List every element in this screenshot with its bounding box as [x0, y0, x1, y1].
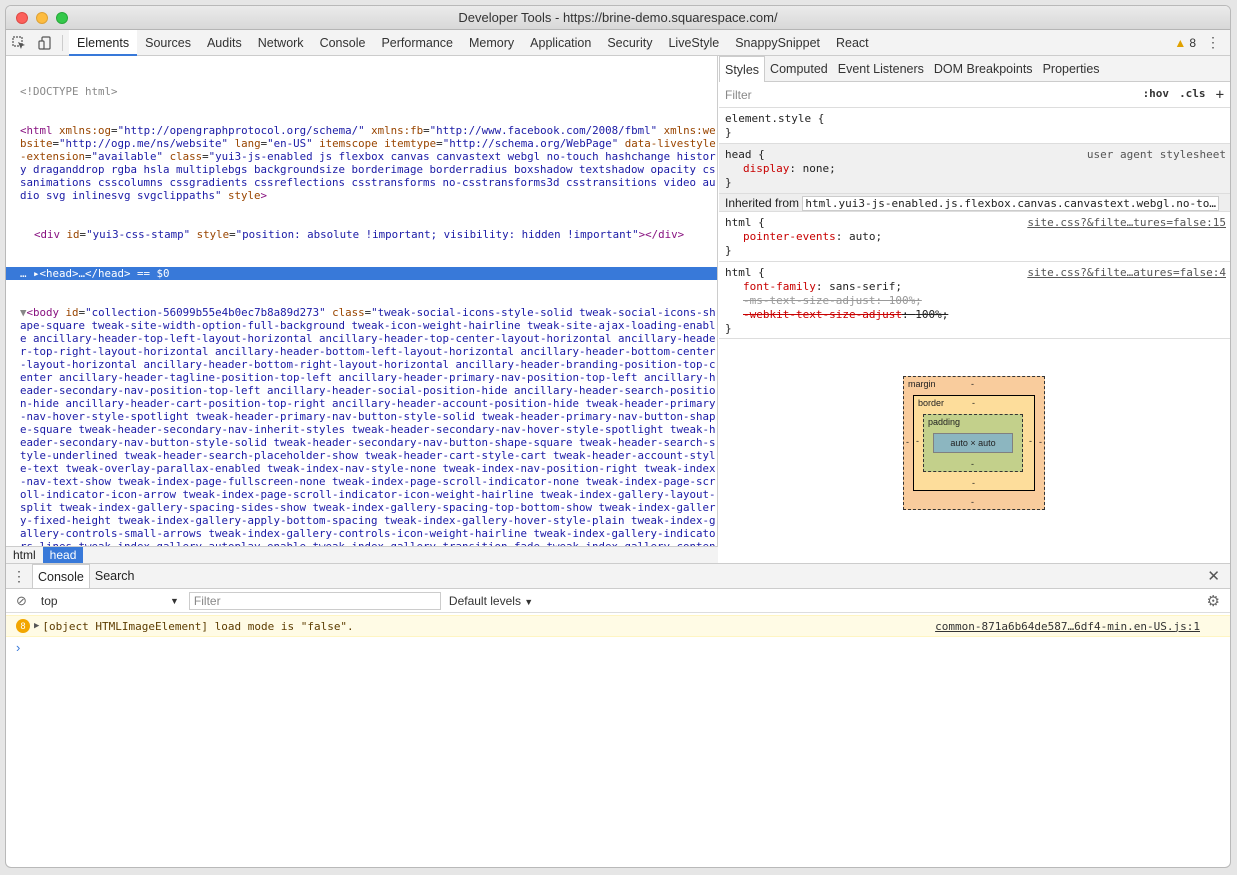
repeat-count-badge: 8 — [16, 619, 30, 633]
tab-styles[interactable]: Styles — [719, 56, 766, 82]
log-levels-dropdown[interactable]: Default levels ▼ — [449, 594, 533, 608]
elements-panel[interactable]: <!DOCTYPE html> <html xmlns:og="http://o… — [6, 56, 718, 546]
chevron-down-icon: ▼ — [524, 596, 534, 607]
tab-application[interactable]: Application — [522, 30, 599, 56]
box-model-diagram[interactable]: margin - - - - border - - - - padding - … — [903, 376, 1045, 510]
breadcrumb-head[interactable]: head — [42, 546, 84, 564]
chevron-down-icon: ▼ — [169, 595, 179, 606]
drawer-tabs: ⋮ Console Search ✕ — [6, 563, 1230, 589]
styles-filter-input[interactable]: Filter — [725, 88, 752, 102]
tab-react[interactable]: React — [828, 30, 877, 56]
tab-computed[interactable]: Computed — [765, 56, 833, 82]
tab-drawer-search[interactable]: Search — [90, 564, 140, 588]
inherited-selector-link[interactable]: html.yui3-js-enabled.js.flexbox.canvas.c… — [802, 196, 1219, 211]
device-toolbar-icon[interactable] — [32, 30, 58, 56]
add-rule-icon[interactable]: + — [1216, 87, 1224, 103]
doctype-node[interactable]: <!DOCTYPE html> — [20, 85, 717, 98]
tab-network[interactable]: Network — [250, 30, 312, 56]
breadcrumb: html head — [6, 546, 718, 564]
message-source-link[interactable]: common-871a6b64de587…6df4-min.en-US.js:1 — [935, 620, 1230, 633]
html-rule-1[interactable]: html { site.css?&filte…tures=false:15 po… — [719, 212, 1230, 262]
border-box[interactable]: border - - - - padding - auto × auto — [913, 395, 1035, 491]
window-title: Developer Tools - https://brine-demo.squ… — [458, 10, 778, 25]
main-toolbar: Elements Sources Audits Network Console … — [6, 29, 1230, 56]
styles-sidebar: Styles Computed Event Listeners DOM Brea… — [719, 56, 1230, 563]
close-window-button[interactable] — [16, 12, 28, 24]
styles-filter-bar: Filter :hov .cls + — [719, 82, 1230, 108]
breadcrumb-html[interactable]: html — [6, 547, 43, 564]
html-rule-2[interactable]: html { site.css?&filte…atures=false:4 fo… — [719, 262, 1230, 339]
more-options-icon[interactable]: ⋮ — [1206, 34, 1220, 51]
margin-label: margin — [908, 379, 936, 389]
context-selector[interactable]: top ▼ — [41, 594, 179, 608]
clear-console-icon[interactable]: ⊘ — [16, 593, 27, 609]
close-drawer-icon[interactable]: ✕ — [1207, 567, 1230, 585]
rule-source: user agent stylesheet — [1086, 148, 1226, 161]
tab-memory[interactable]: Memory — [461, 30, 522, 56]
message-text: [object HTMLImageElement] load mode is "… — [42, 619, 354, 633]
warnings-count: 8 — [1189, 35, 1196, 50]
ua-head-rule[interactable]: head { user agent stylesheet display: no… — [719, 144, 1230, 194]
padding-box[interactable]: padding - auto × auto — [923, 414, 1023, 472]
tab-snappysnippet[interactable]: SnappySnippet — [727, 30, 828, 56]
padding-label: padding — [928, 417, 961, 427]
cls-toggle[interactable]: .cls — [1179, 87, 1206, 103]
inherited-from-header: Inherited from html.yui3-js-enabled.js.f… — [719, 194, 1230, 212]
gear-icon[interactable]: ⚙ — [1207, 592, 1230, 610]
tab-performance[interactable]: Performance — [373, 30, 461, 56]
title-bar: Developer Tools - https://brine-demo.squ… — [6, 6, 1230, 30]
tab-console[interactable]: Console — [312, 30, 374, 56]
warning-icon: ▲ — [1174, 35, 1187, 50]
window-controls — [16, 12, 68, 24]
tab-sources[interactable]: Sources — [137, 30, 199, 56]
tab-security[interactable]: Security — [599, 30, 660, 56]
expand-triangle-icon[interactable]: ▶ — [34, 621, 39, 631]
div-css-stamp-node[interactable]: <div id="yui3-css-stamp" style="position… — [20, 228, 717, 241]
head-node-selected[interactable]: … ▸<head>…</head> == $0 — [6, 267, 717, 280]
hov-toggle[interactable]: :hov — [1143, 87, 1170, 103]
content-box[interactable]: auto × auto — [933, 433, 1013, 453]
tab-dom-breakpoints[interactable]: DOM Breakpoints — [929, 56, 1038, 82]
element-style-rule[interactable]: element.style { } — [719, 108, 1230, 144]
tab-audits[interactable]: Audits — [199, 30, 250, 56]
rule-source-link[interactable]: site.css?&filte…tures=false:15 — [1027, 216, 1226, 230]
body-node[interactable]: ▼<body id="collection-56099b55e4b0ec7b8a… — [20, 306, 717, 546]
tab-event-listeners[interactable]: Event Listeners — [833, 56, 929, 82]
console-filter-input[interactable]: Filter — [188, 591, 441, 610]
tab-livestyle[interactable]: LiveStyle — [660, 30, 727, 56]
rule-source-link[interactable]: site.css?&filte…atures=false:4 — [1027, 266, 1226, 280]
tab-elements[interactable]: Elements — [69, 29, 138, 56]
tab-properties[interactable]: Properties — [1038, 56, 1105, 82]
devtools-window: Developer Tools - https://brine-demo.squ… — [6, 6, 1230, 867]
inspect-element-icon[interactable] — [6, 30, 32, 56]
zoom-window-button[interactable] — [56, 12, 68, 24]
tab-drawer-console[interactable]: Console — [32, 564, 90, 588]
console-prompt[interactable]: › — [16, 640, 20, 655]
minimize-window-button[interactable] — [36, 12, 48, 24]
toolbar-divider — [62, 34, 63, 51]
border-label: border — [918, 398, 945, 408]
console-toolbar: ⊘ top ▼ Filter Default levels ▼ ⚙ — [6, 589, 1230, 613]
html-node[interactable]: <html xmlns:og="http://opengraphprotocol… — [20, 124, 717, 202]
drawer-menu-icon[interactable]: ⋮ — [6, 563, 32, 589]
styles-tabs: Styles Computed Event Listeners DOM Brea… — [719, 56, 1230, 82]
console-warning-message[interactable]: 8 ▶ [object HTMLImageElement] load mode … — [6, 615, 1230, 637]
warnings-badge[interactable]: ▲ 8 — [1174, 36, 1196, 50]
